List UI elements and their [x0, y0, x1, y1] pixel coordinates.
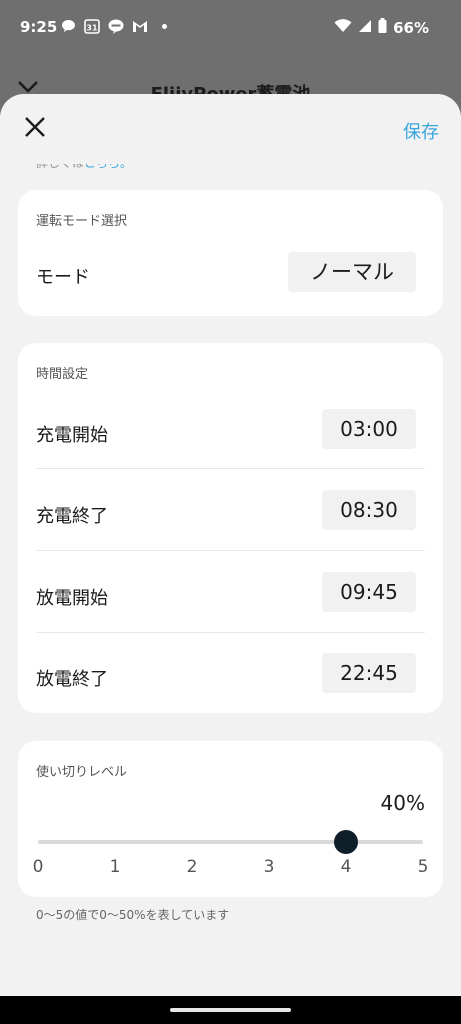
- divider: [36, 468, 425, 469]
- discharge-start-label: 放電開始: [36, 588, 108, 609]
- discharge-end-time[interactable]: 22:45: [322, 653, 416, 693]
- mode-select[interactable]: ノーマル: [288, 252, 416, 292]
- divider: [36, 550, 425, 551]
- notification-icons: 31: [60, 18, 172, 34]
- slider-tick-label: 0: [32, 857, 44, 877]
- charge-start-label: 充電開始: [36, 425, 108, 446]
- level-footnote: 0〜5の値で0〜50%を表しています: [36, 908, 230, 922]
- signal-icon: [358, 19, 372, 37]
- usage-level-card: 使い切りレベル 40% 0 1 2 3 4 5: [18, 741, 443, 897]
- slider-tick-label: 1: [109, 857, 121, 877]
- battery-icon: [378, 18, 387, 37]
- system-icons: 66%: [334, 18, 429, 37]
- svg-text:31: 31: [86, 24, 98, 33]
- level-card-label: 使い切りレベル: [36, 765, 128, 780]
- divider: [36, 632, 425, 633]
- mode-card: 運転モード選択 モード ノーマル: [18, 190, 443, 316]
- discharge-start-time[interactable]: 09:45: [322, 572, 416, 612]
- slider-tick-label: 4: [340, 857, 352, 877]
- line-icon: [108, 18, 124, 34]
- battery-percent: 66%: [393, 18, 429, 37]
- settings-sheet: 詳しくはこちら。 保存 運転モード選択 モード ノーマル 時間設定 充電開始 0…: [0, 94, 461, 996]
- level-slider-thumb[interactable]: [334, 830, 358, 854]
- discharge-end-label: 放電終了: [36, 669, 108, 690]
- level-slider-track[interactable]: [38, 840, 423, 844]
- save-button[interactable]: 保存: [403, 118, 439, 144]
- close-icon: [25, 117, 45, 137]
- time-card-label: 時間設定: [36, 367, 89, 382]
- mode-card-label: 運転モード選択: [36, 214, 128, 229]
- slider-tick-label: 5: [417, 857, 429, 877]
- level-value: 40%: [380, 791, 425, 815]
- charge-end-label: 充電終了: [36, 506, 108, 527]
- mode-label: モード: [36, 267, 90, 288]
- gmail-icon: [132, 18, 148, 34]
- charge-start-time[interactable]: 03:00: [322, 409, 416, 449]
- home-handle[interactable]: [170, 1008, 291, 1012]
- slider-tick-label: 3: [263, 857, 275, 877]
- wifi-icon: [334, 18, 352, 37]
- time-settings-card: 時間設定 充電開始 03:00 充電終了 08:30 放電開始 09:45 放電…: [18, 343, 443, 713]
- notification-dot-icon: [156, 18, 172, 34]
- charge-end-time[interactable]: 08:30: [322, 490, 416, 530]
- calendar-31-icon: 31: [84, 18, 100, 34]
- chat-bubble-icon: [60, 18, 76, 34]
- slider-tick-label: 2: [186, 857, 198, 877]
- status-bar: 9:25 31 66%: [0, 0, 461, 56]
- sheet-header: 保存: [0, 94, 461, 164]
- status-time: 9:25: [20, 18, 58, 36]
- close-button[interactable]: [24, 116, 48, 140]
- navigation-bar: [0, 996, 461, 1024]
